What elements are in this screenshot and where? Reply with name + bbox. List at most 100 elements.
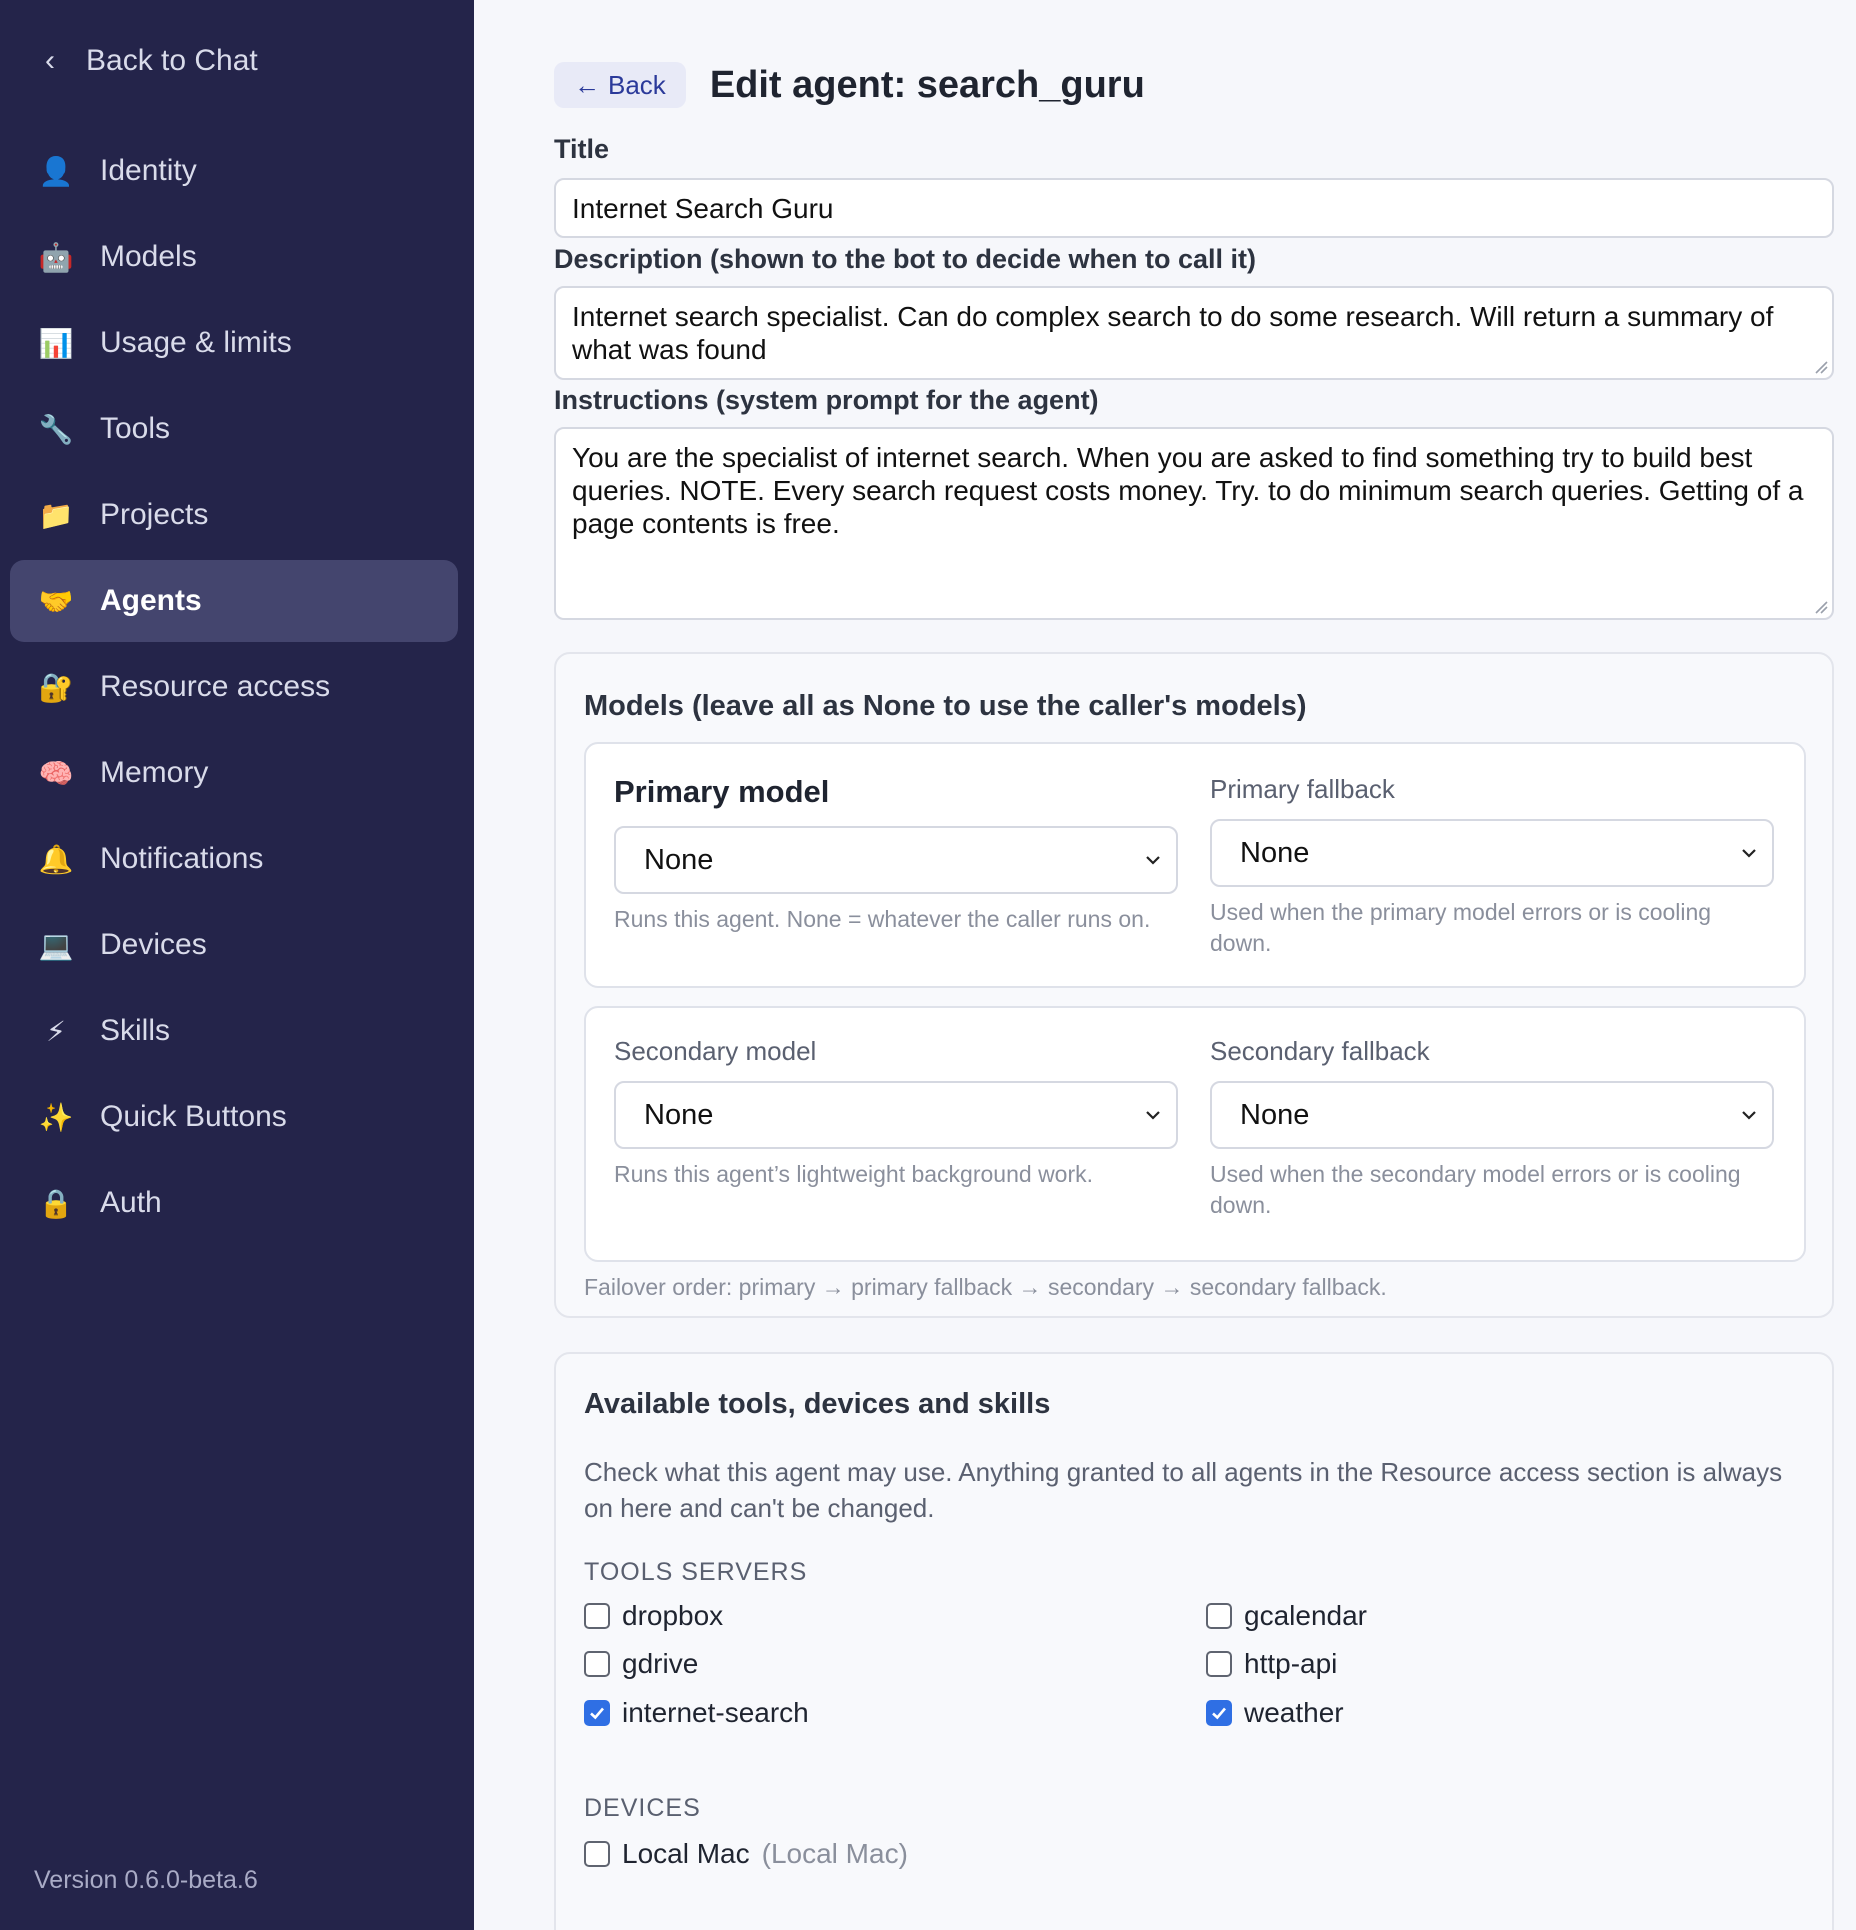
- title-input-value: Internet Search Guru: [572, 193, 834, 224]
- checkbox-unchecked[interactable]: [584, 1651, 610, 1677]
- chevron-down-icon: [1146, 856, 1160, 865]
- sidebar-item-skills[interactable]: ⚡ Skills: [10, 990, 458, 1072]
- secondary-model-help: Runs this agent’s lightweight background…: [614, 1161, 1094, 1187]
- chevron-down-icon: [1742, 1111, 1756, 1120]
- sidebar-item-models[interactable]: 🤖 Models: [10, 216, 458, 298]
- sidebar-item-label: Usage & limits: [100, 326, 292, 359]
- checkbox-unchecked[interactable]: [584, 1603, 610, 1629]
- person-icon: 👤: [38, 155, 74, 187]
- primary-fallback-column: Primary fallback None Used when the prim…: [1210, 774, 1774, 959]
- back-to-chat-label: Back to Chat: [86, 44, 258, 77]
- sidebar-item-identity[interactable]: 👤 Identity: [10, 130, 458, 212]
- primary-fallback-select[interactable]: None: [1210, 819, 1774, 887]
- title-label: Title: [554, 134, 610, 164]
- checkbox-unchecked[interactable]: [1206, 1651, 1232, 1677]
- brain-icon: 🧠: [38, 757, 74, 789]
- secondary-fallback-help: Used when the secondary model errors or …: [1210, 1161, 1741, 1218]
- device-detail: (Local Mac): [761, 1838, 908, 1869]
- sidebar-item-resource-access[interactable]: 🔐 Resource access: [10, 646, 458, 728]
- sidebar: ‹ Back to Chat 👤 Identity 🤖 Models 📊 Usa…: [0, 0, 474, 1930]
- sidebar-item-label: Devices: [100, 928, 207, 961]
- checkbox-unchecked[interactable]: [1206, 1603, 1232, 1629]
- bell-icon: 🔔: [38, 843, 74, 875]
- tool-checkbox-dropbox[interactable]: dropbox: [584, 1600, 723, 1632]
- lock-key-icon: 🔐: [38, 671, 74, 703]
- devices-label: DEVICES: [584, 1794, 701, 1822]
- chevron-down-icon: [1146, 1111, 1160, 1120]
- failover-note: Failover order: primary → primary fallba…: [584, 1274, 1387, 1300]
- tool-checkbox-http-api[interactable]: http-api: [1206, 1648, 1337, 1680]
- secondary-fallback-select[interactable]: None: [1210, 1081, 1774, 1149]
- sidebar-item-label: Quick Buttons: [100, 1100, 287, 1133]
- primary-model-label: Primary model: [614, 774, 830, 809]
- primary-fallback-help: Used when the primary model errors or is…: [1210, 899, 1712, 956]
- checkbox-unchecked[interactable]: [584, 1841, 610, 1867]
- bar-chart-icon: 📊: [38, 327, 74, 359]
- sidebar-item-label: Notifications: [100, 842, 264, 875]
- sidebar-item-memory[interactable]: 🧠 Memory: [10, 732, 458, 814]
- sidebar-item-label: Identity: [100, 154, 197, 187]
- sidebar-item-label: Models: [100, 240, 197, 273]
- secondary-models-group: Secondary model None Runs this agent’s l…: [584, 1006, 1806, 1262]
- tool-checkbox-gcalendar[interactable]: gcalendar: [1206, 1600, 1367, 1632]
- primary-fallback-label: Primary fallback: [1210, 774, 1395, 804]
- chevron-left-icon: ‹: [45, 44, 55, 77]
- resize-grip-icon[interactable]: [1814, 360, 1828, 374]
- robot-icon: 🤖: [38, 241, 74, 273]
- tool-checkbox-weather[interactable]: weather: [1206, 1697, 1344, 1729]
- tool-name: gcalendar: [1244, 1600, 1367, 1631]
- secondary-model-select[interactable]: None: [614, 1081, 1178, 1149]
- instructions-textarea[interactable]: You are the specialist of internet searc…: [554, 427, 1834, 620]
- instructions-textarea-value: You are the specialist of internet searc…: [572, 442, 1804, 539]
- page-title: Edit agent: search_guru: [709, 63, 1145, 106]
- primary-model-select[interactable]: None: [614, 826, 1178, 894]
- page-header: ← Back Edit agent: search_guru: [554, 62, 1145, 108]
- tool-name: weather: [1244, 1697, 1344, 1728]
- sidebar-item-tools[interactable]: 🔧 Tools: [10, 388, 458, 470]
- primary-model-help: Runs this agent. None = whatever the cal…: [614, 906, 1151, 932]
- back-to-chat-link[interactable]: ‹ Back to Chat: [38, 44, 258, 78]
- resize-grip-icon[interactable]: [1814, 600, 1828, 614]
- sidebar-item-auth[interactable]: 🔒 Auth: [10, 1162, 458, 1244]
- device-checkbox-local-mac[interactable]: Local Mac (Local Mac): [584, 1838, 908, 1870]
- lightning-icon: ⚡: [46, 1015, 66, 1047]
- secondary-fallback-value: None: [1240, 1098, 1310, 1131]
- sidebar-item-quick-buttons[interactable]: ✨ Quick Buttons: [10, 1076, 458, 1158]
- sidebar-item-label: Tools: [100, 412, 171, 445]
- sidebar-item-projects[interactable]: 📁 Projects: [10, 474, 458, 556]
- tool-name: http-api: [1244, 1648, 1338, 1679]
- tools-servers-label: TOOLS SERVERS: [584, 1558, 808, 1586]
- sidebar-item-notifications[interactable]: 🔔 Notifications: [10, 818, 458, 900]
- chevron-down-icon: [1742, 849, 1756, 858]
- description-label: Description (shown to the bot to decide …: [554, 244, 1257, 274]
- sidebar-item-usage-limits[interactable]: 📊 Usage & limits: [10, 302, 458, 384]
- instructions-label: Instructions (system prompt for the agen…: [554, 385, 1099, 415]
- sidebar-item-label: Memory: [100, 756, 209, 789]
- tool-checkbox-internet-search[interactable]: internet-search: [584, 1697, 809, 1729]
- checkbox-checked[interactable]: [1206, 1700, 1232, 1726]
- back-button-label: Back: [608, 69, 666, 100]
- tool-checkbox-gdrive[interactable]: gdrive: [584, 1648, 698, 1680]
- sidebar-item-label: Agents: [100, 584, 202, 617]
- secondary-model-value: None: [644, 1098, 714, 1131]
- secondary-model-column: Secondary model None Runs this agent’s l…: [614, 1036, 1178, 1190]
- description-textarea[interactable]: Internet search specialist. Can do compl…: [554, 286, 1834, 380]
- secondary-fallback-label: Secondary fallback: [1210, 1036, 1430, 1066]
- tool-name: gdrive: [622, 1648, 699, 1679]
- sidebar-item-devices[interactable]: 💻 Devices: [10, 904, 458, 986]
- title-input[interactable]: Internet Search Guru: [554, 178, 1834, 238]
- checkbox-checked[interactable]: [584, 1700, 610, 1726]
- back-button[interactable]: ← Back: [554, 62, 686, 108]
- tool-name: internet-search: [622, 1697, 809, 1728]
- sidebar-item-agents[interactable]: 🤝 Agents: [10, 560, 458, 642]
- checkmark-icon: [1212, 1707, 1226, 1720]
- arrow-left-icon: ←: [574, 69, 600, 100]
- sidebar-item-label: Skills: [100, 1014, 171, 1047]
- secondary-fallback-column: Secondary fallback None Used when the se…: [1210, 1036, 1774, 1221]
- secondary-model-label: Secondary model: [614, 1036, 817, 1066]
- folder-icon: 📁: [38, 499, 74, 531]
- settings-nav: 👤 Identity 🤖 Models 📊 Usage & limits 🔧 T…: [10, 130, 458, 1248]
- laptop-icon: 💻: [38, 929, 74, 961]
- main-content: ← Back Edit agent: search_guru Title Int…: [474, 0, 1856, 1930]
- primary-fallback-value: None: [1240, 836, 1310, 869]
